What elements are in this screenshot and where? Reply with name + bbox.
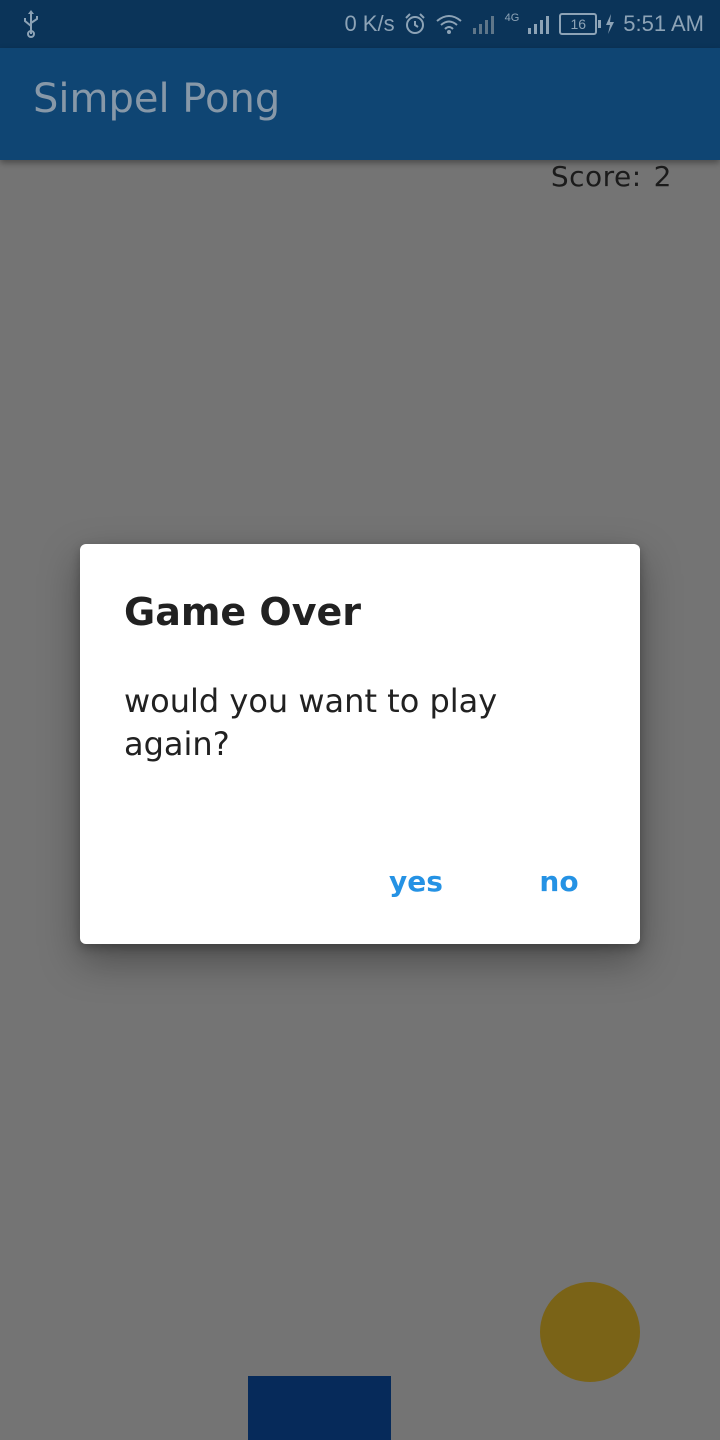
status-bar: 0 K/s 4G 16 5:51 AM <box>0 0 720 48</box>
signal-icon <box>472 16 494 34</box>
score-label: Score: <box>550 160 642 193</box>
dialog-message: would you want to play again? <box>124 682 498 763</box>
score-value: 2 <box>653 160 672 193</box>
charging-icon <box>606 14 615 34</box>
game-over-dialog: Game Over would you want to play again? … <box>80 544 640 944</box>
game-paddle[interactable] <box>248 1376 391 1440</box>
battery-level: 16 <box>570 16 587 32</box>
usb-icon <box>24 10 38 38</box>
yes-button[interactable]: yes <box>378 860 454 904</box>
alarm-icon <box>404 13 425 34</box>
network-speed: 0 K/s <box>344 11 395 36</box>
dialog-title: Game Over <box>124 590 362 634</box>
network-type: 4G <box>504 12 520 24</box>
score-display: Score: 2 <box>551 160 672 193</box>
battery-icon: 16 <box>559 13 602 35</box>
app-bar: Simpel Pong <box>0 48 720 160</box>
signal-strength-icon <box>528 16 550 34</box>
app-title: Simpel Pong <box>33 76 281 122</box>
game-ball <box>540 1282 640 1382</box>
clock: 5:51 AM <box>623 11 704 36</box>
no-button[interactable]: no <box>528 860 590 904</box>
wifi-icon <box>435 15 462 34</box>
